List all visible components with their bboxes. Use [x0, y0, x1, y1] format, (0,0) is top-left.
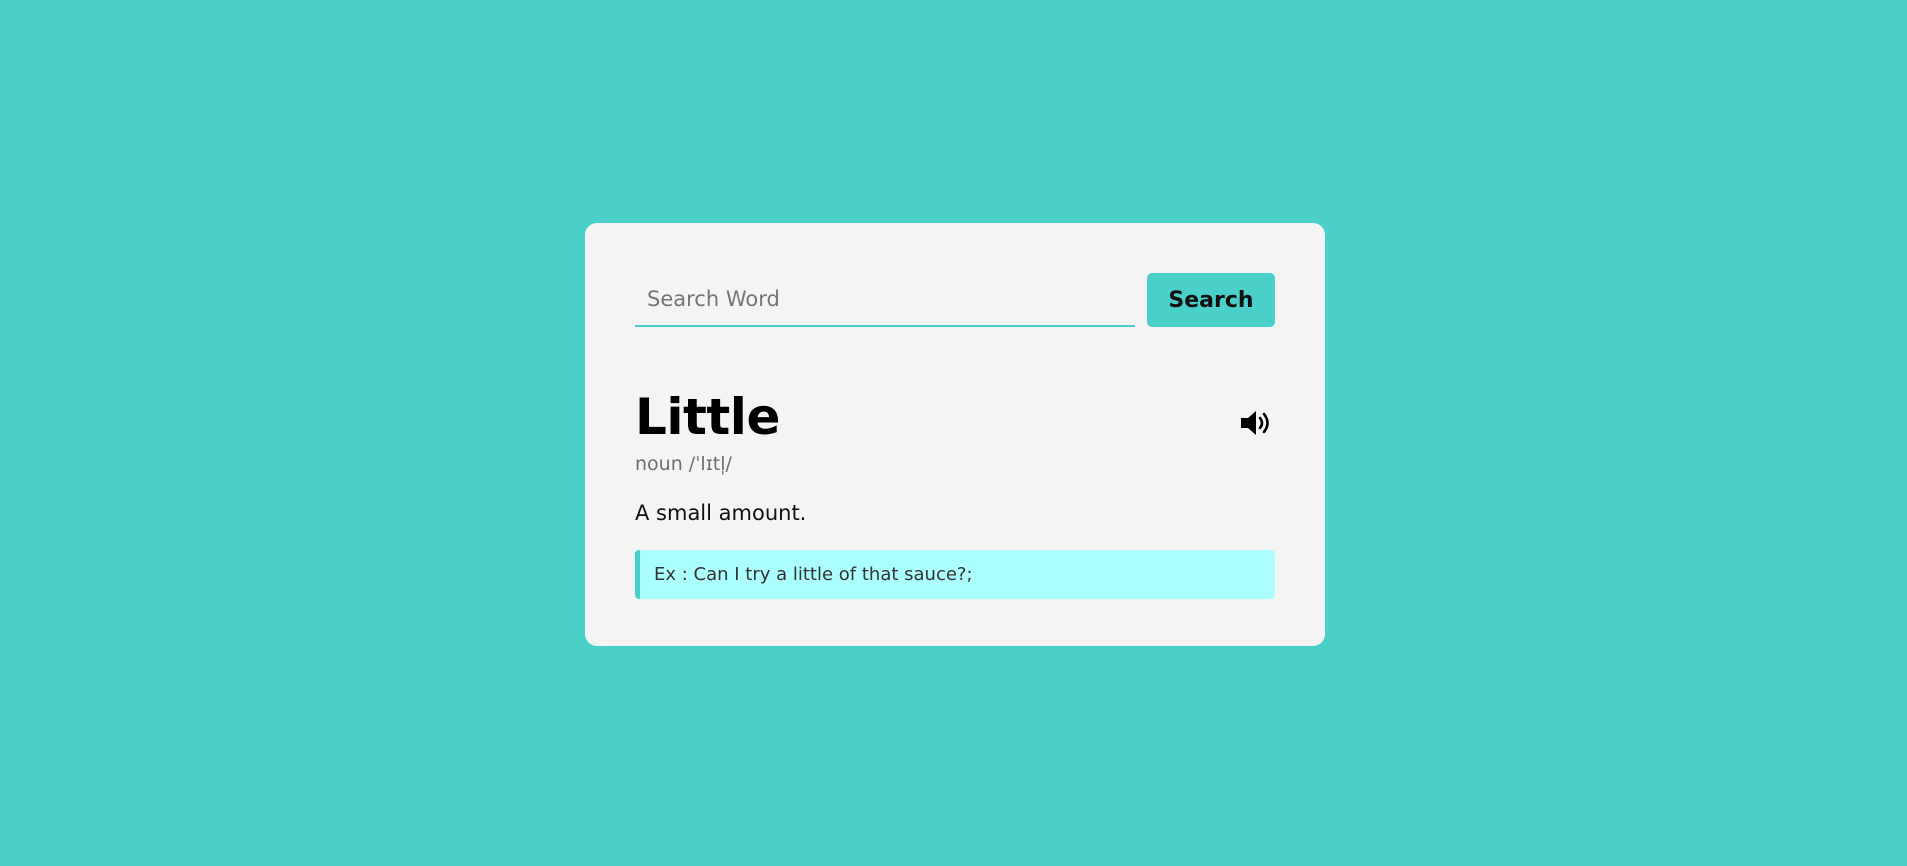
- volume-up-icon: [1240, 409, 1274, 437]
- dictionary-card: Search Little noun /ˈlɪtl̩/ A small amou…: [585, 223, 1325, 646]
- word-title: Little: [635, 388, 780, 446]
- search-input[interactable]: [635, 273, 1135, 327]
- search-button[interactable]: Search: [1147, 273, 1275, 327]
- word-details: noun /ˈlɪtl̩/: [635, 453, 732, 475]
- search-box: Search: [635, 273, 1275, 327]
- result-section: Little noun /ˈlɪtl̩/ A small amount. Ex …: [635, 389, 1275, 599]
- word-header: Little: [635, 389, 1275, 445]
- word-example: Ex : Can I try a little of that sauce?;: [635, 550, 1275, 599]
- word-meaning: A small amount.: [635, 501, 807, 525]
- play-sound-button[interactable]: [1239, 405, 1275, 441]
